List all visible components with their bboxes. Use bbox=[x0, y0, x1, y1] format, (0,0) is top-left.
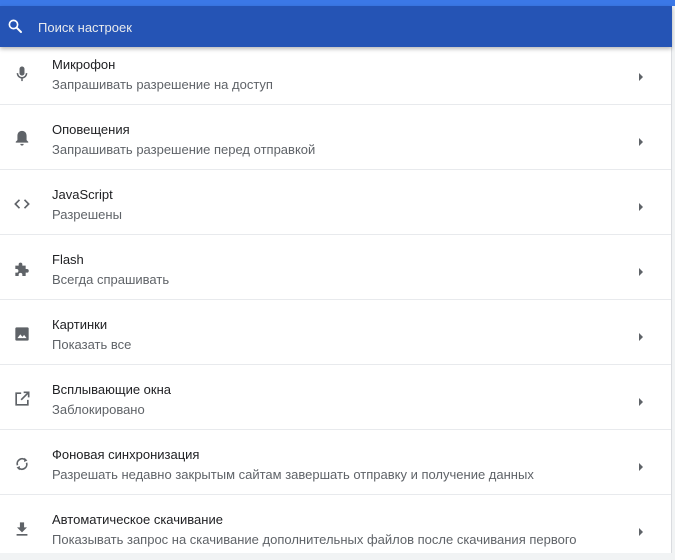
row-subtitle: Разрешать недавно закрытым сайтам заверш… bbox=[52, 467, 534, 482]
row-subtitle: Показывать запрос на скачивание дополнит… bbox=[52, 532, 577, 547]
row-title: Flash bbox=[52, 252, 84, 267]
row-title: Фоновая синхронизация bbox=[52, 447, 200, 462]
row-subtitle: Заблокировано bbox=[52, 402, 145, 417]
open-in-new-icon bbox=[12, 389, 32, 409]
settings-row-flash[interactable]: Flash Всегда спрашивать bbox=[0, 236, 671, 300]
image-icon bbox=[12, 324, 32, 344]
settings-row-notifications[interactable]: Оповещения Запрашивать разрешение перед … bbox=[0, 106, 671, 170]
sync-icon bbox=[12, 454, 32, 474]
row-subtitle: Запрашивать разрешение на доступ bbox=[52, 77, 273, 92]
row-title: Автоматическое скачивание bbox=[52, 512, 223, 527]
chevron-right-icon bbox=[637, 69, 645, 81]
settings-row-javascript[interactable]: JavaScript Разрешены bbox=[0, 171, 671, 235]
settings-row-microphone[interactable]: Микрофон Запрашивать разрешение на досту… bbox=[0, 41, 671, 105]
row-title: Картинки bbox=[52, 317, 108, 332]
row-subtitle: Показать все bbox=[52, 337, 132, 352]
search-icon[interactable] bbox=[6, 17, 24, 35]
chevron-right-icon bbox=[637, 394, 645, 406]
row-subtitle: Разрешены bbox=[52, 207, 122, 222]
search-input[interactable] bbox=[38, 17, 638, 37]
settings-row-background-sync[interactable]: Фоновая синхронизация Разрешать недавно … bbox=[0, 431, 671, 495]
row-title: Микрофон bbox=[52, 57, 116, 72]
site-settings-list: Микрофон Запрашивать разрешение на досту… bbox=[0, 41, 672, 553]
row-subtitle: Всегда спрашивать bbox=[52, 272, 170, 287]
settings-row-images[interactable]: Картинки Показать все bbox=[0, 301, 671, 365]
settings-row-popups[interactable]: Всплывающие окна Заблокировано bbox=[0, 366, 671, 430]
microphone-icon bbox=[12, 64, 32, 84]
chevron-right-icon bbox=[637, 264, 645, 276]
row-title: JavaScript bbox=[52, 187, 113, 202]
chevron-right-icon bbox=[637, 329, 645, 341]
code-icon bbox=[12, 194, 32, 214]
settings-row-automatic-downloads[interactable]: Автоматическое скачивание Показывать зап… bbox=[0, 496, 671, 560]
chevron-right-icon bbox=[637, 199, 645, 211]
bell-icon bbox=[12, 128, 32, 148]
search-bar bbox=[0, 6, 672, 47]
row-title: Оповещения bbox=[52, 122, 130, 137]
download-icon bbox=[12, 519, 32, 539]
row-subtitle: Запрашивать разрешение перед отправкой bbox=[52, 142, 316, 157]
chevron-right-icon bbox=[637, 524, 645, 536]
row-title: Всплывающие окна bbox=[52, 382, 172, 397]
chevron-right-icon bbox=[637, 459, 645, 471]
chevron-right-icon bbox=[637, 134, 645, 146]
puzzle-icon bbox=[12, 259, 32, 279]
